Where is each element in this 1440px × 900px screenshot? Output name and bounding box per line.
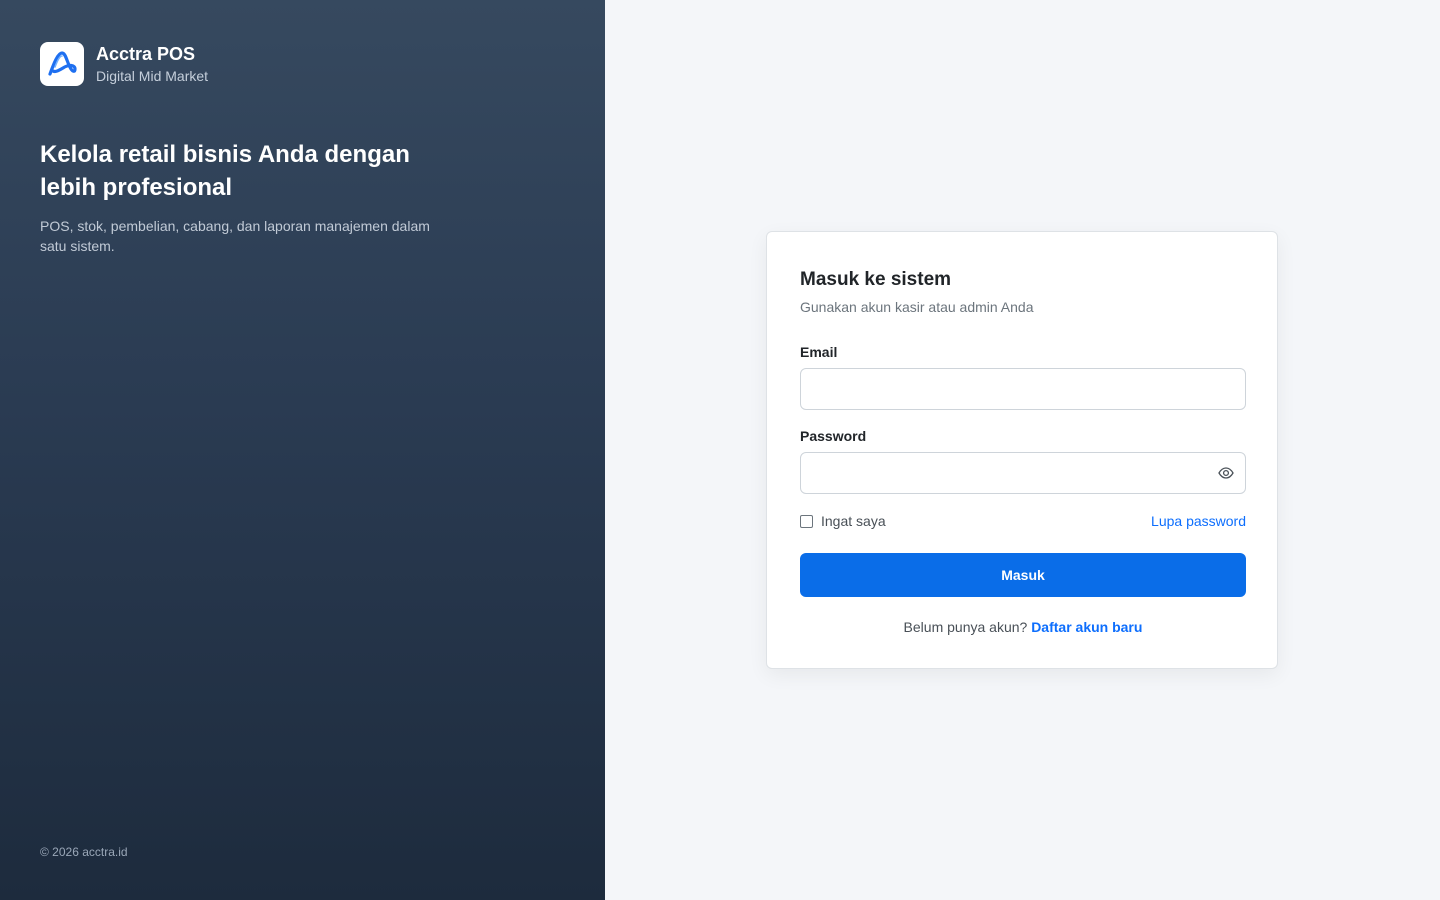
signup-link[interactable]: Daftar akun baru [1031, 619, 1142, 635]
login-title: Masuk ke sistem [800, 269, 952, 290]
forgot-password-link[interactable]: Lupa password [1151, 513, 1246, 529]
email-field-wrapper [800, 368, 1246, 410]
hero-title: Kelola retail bisnis Anda dengan lebih p… [40, 141, 410, 201]
login-area: Masuk ke sistem Gunakan akun kasir atau … [605, 0, 1440, 900]
brand-name: Acctra POS [96, 44, 196, 64]
remember-me: Ingat saya [800, 513, 886, 529]
remember-forgot-row: Ingat saya Lupa password [800, 513, 1246, 529]
login-button[interactable]: Masuk [800, 553, 1246, 597]
eye-icon[interactable] [1218, 465, 1234, 481]
copyright-text: © 2026 acctra.id [40, 845, 128, 859]
remember-checkbox[interactable] [800, 514, 813, 528]
password-field-wrapper [800, 452, 1246, 494]
brand-header: Acctra POS Digital Mid Market [40, 42, 208, 86]
email-input[interactable] [800, 368, 1246, 410]
brand-panel: Acctra POS Digital Mid Market Kelola ret… [0, 0, 605, 900]
acctra-logo-icon [40, 42, 84, 86]
email-label: Email [800, 344, 838, 360]
brand-tagline: Digital Mid Market [96, 68, 209, 84]
signup-prompt: Belum punya akun? [903, 619, 1032, 635]
login-card: Masuk ke sistem Gunakan akun kasir atau … [766, 231, 1278, 669]
hero-subtitle: POS, stok, pembelian, cabang, dan lapora… [40, 218, 430, 254]
remember-label: Ingat saya [821, 513, 886, 529]
signup-row: Belum punya akun? Daftar akun baru [800, 619, 1246, 635]
login-subtitle: Gunakan akun kasir atau admin Anda [800, 299, 1034, 315]
password-input[interactable] [800, 452, 1246, 494]
hero-section: Kelola retail bisnis Anda dengan lebih p… [40, 138, 440, 256]
password-label: Password [800, 428, 867, 444]
